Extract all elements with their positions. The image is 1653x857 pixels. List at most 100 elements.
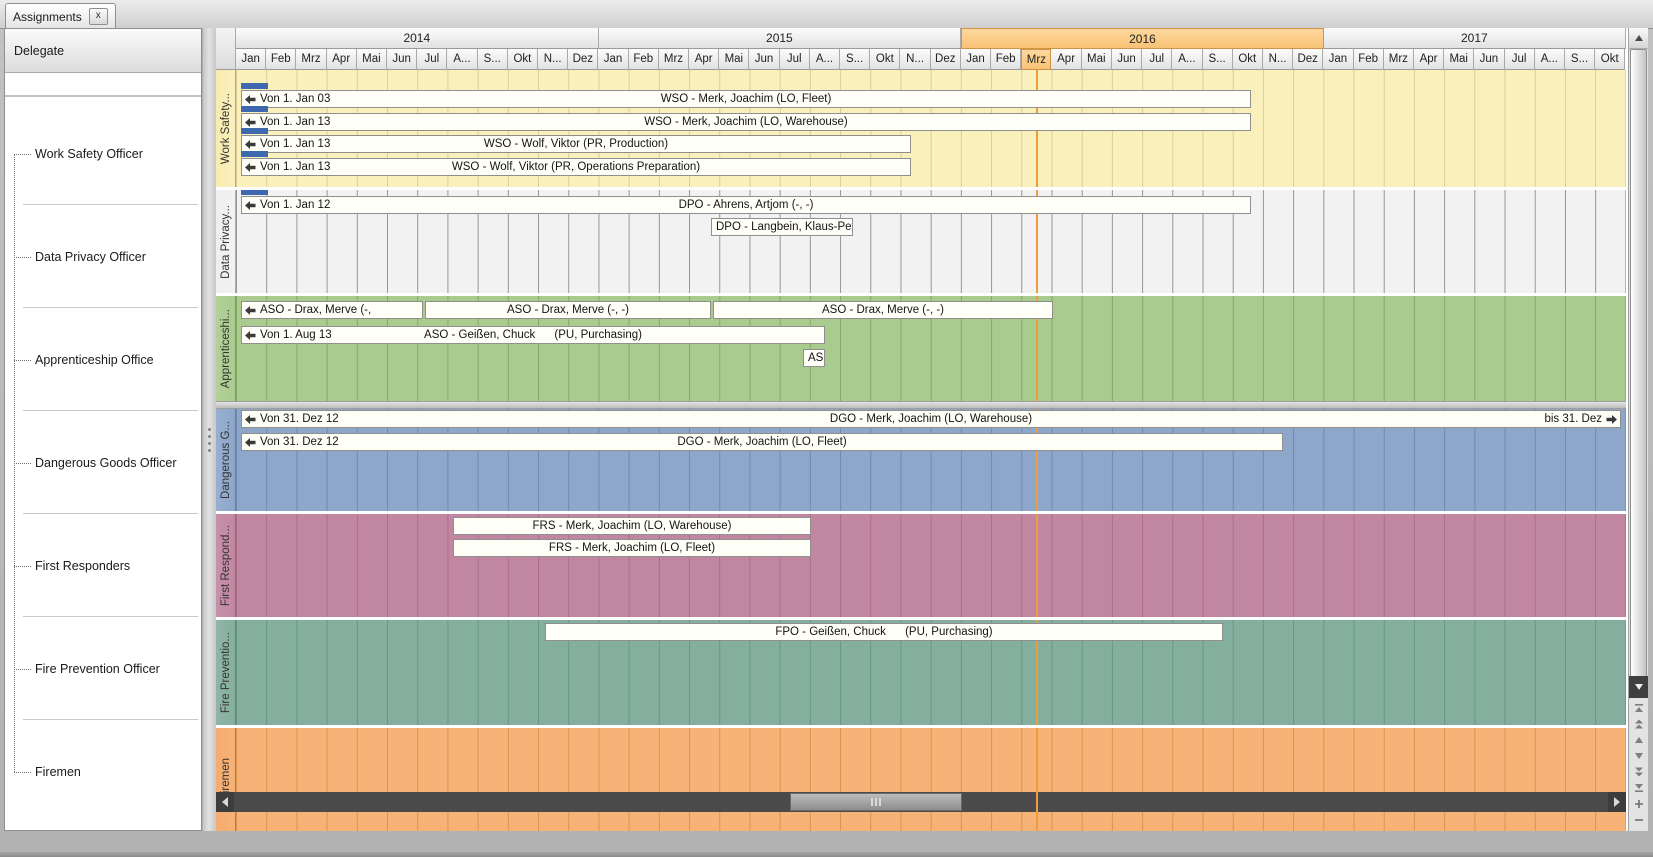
month-header-38[interactable]: Mrz [1384, 49, 1414, 70]
assignment-bar-work-safety-1[interactable]: Von 1. Jan 13WSO - Merk, Joachim (LO, Wa… [241, 113, 1251, 131]
scroll-left-button[interactable] [216, 792, 234, 812]
month-header-22[interactable]: N... [900, 49, 930, 70]
sidebar-item-work-safety-officer[interactable]: Work Safety Officer [5, 102, 201, 205]
month-header-20[interactable]: S... [840, 49, 870, 70]
month-header-31[interactable]: A... [1172, 49, 1202, 70]
month-header-29[interactable]: Jun [1112, 49, 1142, 70]
assignment-bar-apprenticeship-4[interactable]: ASO - Drax, Merve (-, -) [803, 349, 825, 367]
month-header-13[interactable]: Feb [629, 49, 659, 70]
assignment-bar-apprenticeship-2[interactable]: ASO - Drax, Merve (-, -) [713, 301, 1053, 319]
month-header-16[interactable]: Mai [719, 49, 749, 70]
year-header-2016[interactable]: 2016 [961, 28, 1324, 49]
month-header-9[interactable]: Okt [508, 49, 538, 70]
band-row-header-dangerous-goods[interactable]: Dangerous G... [216, 409, 236, 511]
scroll-bottom-button[interactable] [1629, 780, 1648, 796]
month-header-12[interactable]: Jan [598, 49, 628, 70]
assignment-bar-work-safety-3[interactable]: Von 1. Jan 13WSO - Wolf, Viktor (PR, Ope… [241, 158, 911, 176]
month-header-6[interactable]: Jul [417, 49, 447, 70]
assignment-bar-first-responders-1[interactable]: FRS - Merk, Joachim (LO, Fleet) [453, 539, 811, 557]
month-header-24[interactable]: Jan [961, 49, 991, 70]
sidebar-item-firemen[interactable]: Firemen [5, 720, 201, 823]
sidebar-item-fire-prevention-officer[interactable]: Fire Prevention Officer [5, 617, 201, 720]
month-header-11[interactable]: Dez [568, 49, 598, 70]
assignment-bar-work-safety-2[interactable]: Von 1. Jan 13WSO - Wolf, Viktor (PR, Pro… [241, 135, 911, 153]
month-header-42[interactable]: Jul [1505, 49, 1535, 70]
month-header-21[interactable]: Okt [870, 49, 900, 70]
month-header-0[interactable]: Jan [236, 49, 266, 70]
assignment-bar-fire-prevention-0[interactable]: FPO - Geißen, Chuck (PU, Purchasing) [545, 623, 1223, 641]
month-header-25[interactable]: Feb [991, 49, 1021, 70]
assignment-bar-apprenticeship-3[interactable]: Von 1. Aug 13ASO - Geißen, Chuck (PU, Pu… [241, 326, 825, 344]
month-header-44[interactable]: S... [1565, 49, 1595, 70]
month-header-7[interactable]: A... [447, 49, 477, 70]
assignment-bar-apprenticeship-1[interactable]: ASO - Drax, Merve (-, -) [425, 301, 711, 319]
band-row-header-apprenticeship[interactable]: Apprenticeshi... [216, 296, 236, 401]
month-header-19[interactable]: A... [810, 49, 840, 70]
assignment-bar-data-privacy-1[interactable]: DPO - Langbein, Klaus-Pet [711, 218, 853, 236]
month-header-35[interactable]: Dez [1293, 49, 1323, 70]
band-row-header-first-responders[interactable]: First Respond... [216, 514, 236, 617]
zoom-out-button[interactable] [1629, 812, 1648, 828]
month-header-34[interactable]: N... [1263, 49, 1293, 70]
year-header-2015[interactable]: 2015 [599, 28, 962, 49]
scroll-up-button[interactable] [1629, 28, 1648, 49]
bar-label: WSO - Wolf, Viktor (PR, Operations Prepa… [242, 159, 910, 175]
month-header-8[interactable]: S... [478, 49, 508, 70]
month-header-30[interactable]: Jul [1142, 49, 1172, 70]
band-row-header-work-safety[interactable]: Work Safety... [216, 70, 236, 187]
horizontal-scrollbar[interactable] [216, 792, 1626, 812]
band-row-header-firemen[interactable]: Firemen [216, 728, 236, 831]
sidebar-item-apprenticeship-office[interactable]: Apprenticeship Office [5, 308, 201, 411]
month-header-39[interactable]: Apr [1414, 49, 1444, 70]
assignment-bar-work-safety-0[interactable]: Von 1. Jan 03WSO - Merk, Joachim (LO, Fl… [241, 90, 1251, 108]
assignment-bar-dangerous-goods-0[interactable]: Von 31. Dez 12DGO - Merk, Joachim (LO, W… [241, 410, 1621, 428]
assignment-bar-dangerous-goods-1[interactable]: Von 31. Dez 12DGO - Merk, Joachim (LO, F… [241, 433, 1283, 451]
sidebar-item-first-responders[interactable]: First Responders [5, 514, 201, 617]
month-header-5[interactable]: Jun [387, 49, 417, 70]
vertical-scrollbar[interactable] [1628, 28, 1648, 831]
page-up-button[interactable] [1629, 716, 1648, 732]
sidebar-item-data-privacy-officer[interactable]: Data Privacy Officer [5, 205, 201, 308]
month-header-45[interactable]: Okt [1595, 49, 1625, 70]
month-header-1[interactable]: Feb [266, 49, 296, 70]
month-header-17[interactable]: Jun [749, 49, 779, 70]
line-down-button[interactable] [1629, 748, 1648, 764]
month-header-37[interactable]: Feb [1354, 49, 1384, 70]
month-header-33[interactable]: Okt [1233, 49, 1263, 70]
scroll-down-button[interactable] [1629, 676, 1648, 698]
scroll-top-button[interactable] [1629, 700, 1648, 716]
sidebar-item-dangerous-goods-officer[interactable]: Dangerous Goods Officer [5, 411, 201, 514]
month-header-26[interactable]: Mrz [1021, 49, 1051, 70]
month-header-4[interactable]: Mai [357, 49, 387, 70]
month-header-43[interactable]: A... [1535, 49, 1565, 70]
month-header-15[interactable]: Apr [689, 49, 719, 70]
month-header-32[interactable]: S... [1203, 49, 1233, 70]
month-header-40[interactable]: Mai [1444, 49, 1474, 70]
horizontal-scrollbar-thumb[interactable] [790, 793, 962, 811]
assignment-bar-first-responders-0[interactable]: FRS - Merk, Joachim (LO, Warehouse) [453, 517, 811, 535]
month-header-2[interactable]: Mrz [296, 49, 326, 70]
month-header-28[interactable]: Mai [1082, 49, 1112, 70]
month-header-27[interactable]: Apr [1051, 49, 1081, 70]
month-header-41[interactable]: Jun [1474, 49, 1504, 70]
tab-assignments[interactable]: Assignments x [5, 3, 116, 29]
vertical-scrollbar-thumb[interactable] [1630, 49, 1647, 677]
scroll-right-button[interactable] [1608, 792, 1626, 812]
assignment-bar-apprenticeship-0[interactable]: ASO - Drax, Merve (-, [241, 301, 423, 319]
band-row-header-fire-prevention[interactable]: Fire Preventio... [216, 620, 236, 725]
assignment-bar-data-privacy-0[interactable]: Von 1. Jan 12DPO - Ahrens, Artjom (-, -) [241, 196, 1251, 214]
line-up-button[interactable] [1629, 732, 1648, 748]
month-header-36[interactable]: Jan [1323, 49, 1353, 70]
month-header-14[interactable]: Mrz [659, 49, 689, 70]
year-header-2017[interactable]: 2017 [1324, 28, 1626, 49]
month-header-18[interactable]: Jul [780, 49, 810, 70]
month-header-10[interactable]: N... [538, 49, 568, 70]
zoom-in-button[interactable] [1629, 796, 1648, 812]
panel-splitter[interactable] [202, 28, 216, 831]
year-header-2014[interactable]: 2014 [236, 28, 599, 49]
month-header-23[interactable]: Dez [931, 49, 961, 70]
month-header-3[interactable]: Apr [327, 49, 357, 70]
page-down-button[interactable] [1629, 764, 1648, 780]
band-row-header-data-privacy[interactable]: Data Privacy... [216, 190, 236, 293]
tab-close-button[interactable]: x [89, 8, 108, 25]
